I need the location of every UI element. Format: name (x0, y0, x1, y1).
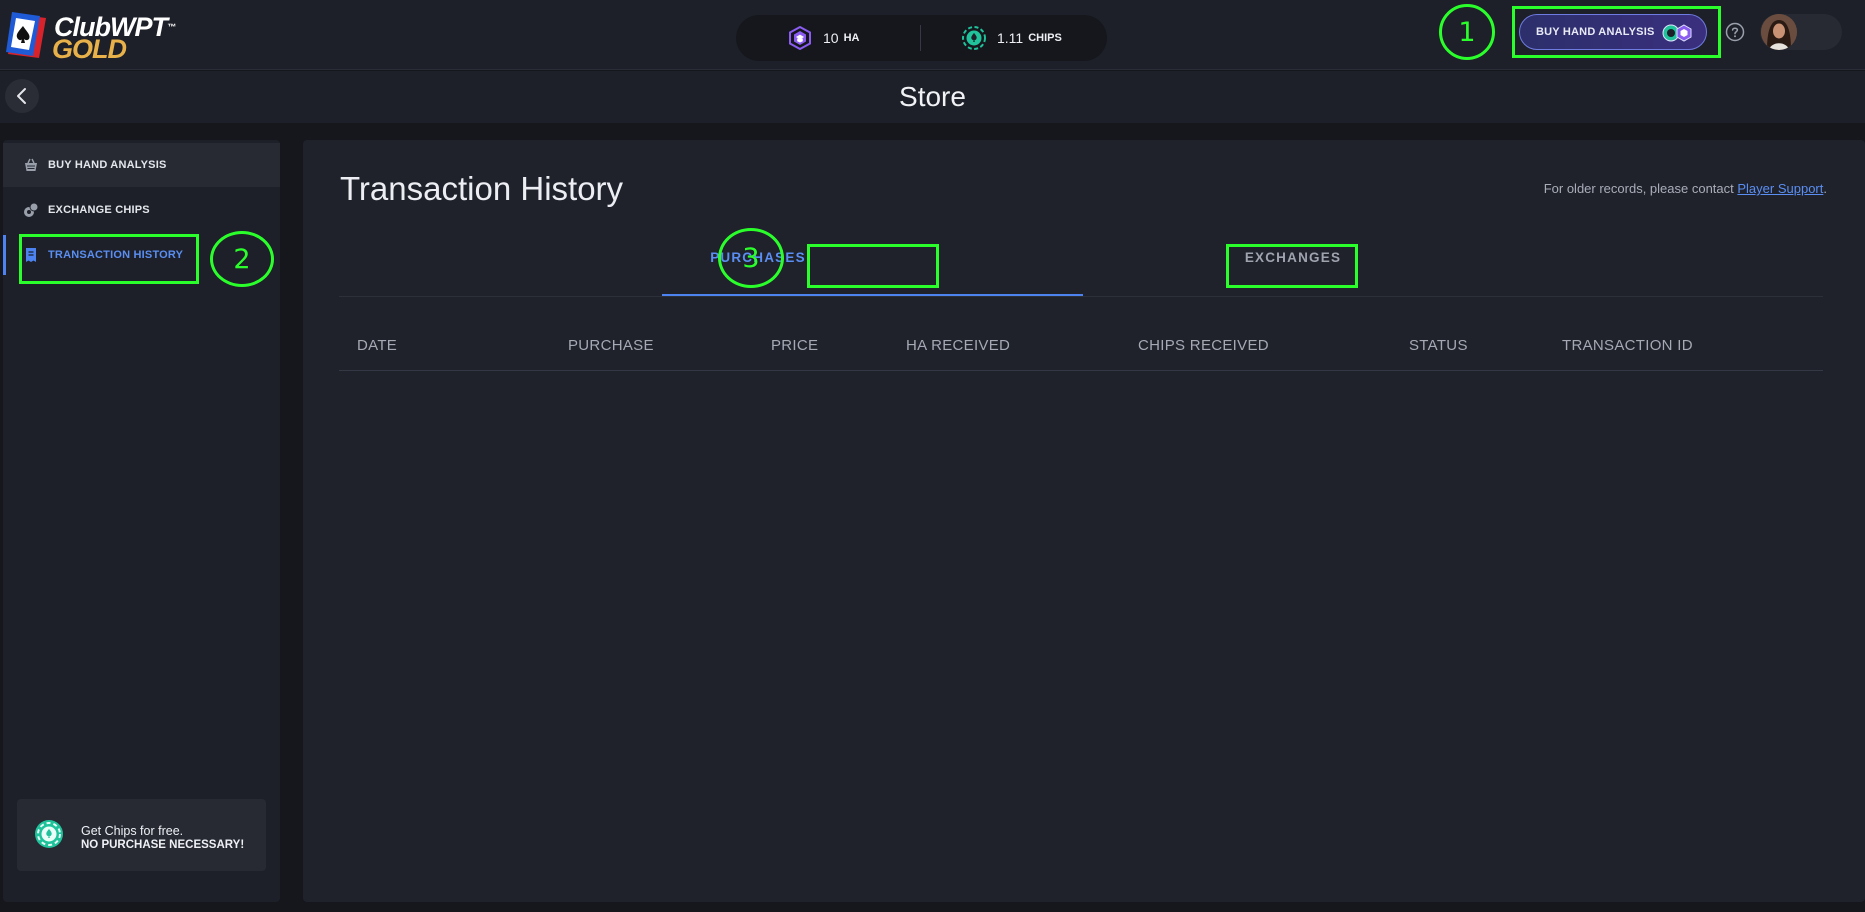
chips-balance-unit: CHIPS (1028, 32, 1062, 44)
annotation-marker-3: 3 (718, 228, 784, 288)
balance-pill: 10 HA 1.11 CHIPS (736, 15, 1107, 61)
annotation-marker-1: 1 (1439, 4, 1495, 60)
question-circle-icon[interactable] (1725, 22, 1745, 42)
annotation-box-purchases (807, 244, 939, 288)
logo-gold-wordmark: GOLD (52, 34, 127, 64)
annotation-box-buy-hand-analysis (1512, 6, 1721, 58)
user-avatar (1761, 14, 1797, 50)
basket-icon (25, 158, 37, 171)
transaction-history-panel: Transaction History For older records, p… (303, 140, 1865, 902)
table-header-divider (339, 370, 1823, 371)
player-support-link[interactable]: Player Support (1737, 181, 1823, 196)
chips-icon (962, 26, 986, 50)
promo-text: Get Chips for free. (81, 824, 184, 838)
column-header: STATUS (1409, 337, 1468, 354)
ha-balance-value: 10 (823, 30, 839, 46)
annotation-marker-2: 2 (210, 231, 274, 287)
support-note: For older records, please contact Player… (1543, 181, 1827, 196)
annotation-box-transaction-history (19, 234, 199, 284)
column-header: DATE (357, 337, 398, 354)
column-header: PURCHASE (568, 337, 654, 354)
sidebar-item-label: BUY HAND ANALYSIS (48, 159, 167, 171)
balance-divider (920, 25, 921, 51)
chips-balance-value: 1.11 (997, 30, 1024, 46)
ha-balance-unit: HA (843, 32, 860, 44)
active-tab-indicator (662, 294, 1083, 296)
hand-analysis-icon (789, 26, 811, 50)
sidebar-item-exchange-chips[interactable]: EXCHANGE CHIPS (3, 188, 280, 232)
playing-card-logo-icon (6, 12, 46, 58)
ha-balance: 10 HA (788, 15, 859, 61)
page-title: Store (899, 81, 966, 112)
sidebar-item-label: EXCHANGE CHIPS (48, 204, 150, 216)
column-header: PRICE (771, 337, 819, 354)
tabs-divider (339, 296, 1823, 297)
promo-disclaimer: NO PURCHASE NECESSARY! (81, 839, 245, 851)
free-chips-promo[interactable]: Get Chips for free. NO PURCHASE NECESSAR… (17, 799, 266, 871)
annotation-box-exchanges (1226, 244, 1358, 288)
clubwpt-gold-logo[interactable]: ClubWPT™ GOLD (4, 10, 176, 64)
coins-icon (24, 202, 39, 217)
sidebar-item-buy-hand-analysis[interactable]: BUY HAND ANALYSIS (3, 143, 280, 187)
profile-menu-button[interactable] (1760, 14, 1842, 50)
column-header: HA RECEIVED (906, 337, 1011, 354)
chips-icon (35, 820, 63, 848)
page-header: Store (0, 71, 1865, 123)
column-header: TRANSACTION ID (1562, 337, 1693, 354)
chips-balance: 1.11 CHIPS (962, 15, 1062, 61)
column-header: CHIPS RECEIVED (1138, 337, 1269, 354)
section-title: Transaction History (340, 170, 624, 207)
